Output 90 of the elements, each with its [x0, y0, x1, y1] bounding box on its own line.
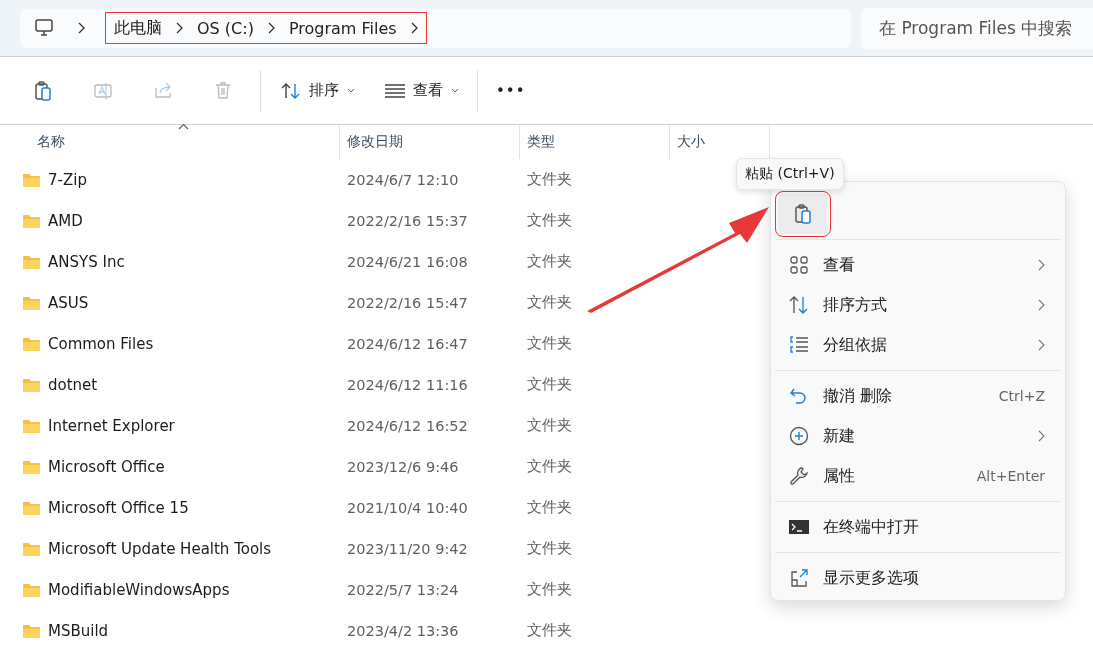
- table-cell-text: 文件夹: [526, 416, 573, 435]
- file-name[interactable]: Microsoft Office 15: [48, 498, 189, 517]
- sort-button[interactable]: 排序: [269, 75, 367, 106]
- table-cell-text: 2024/6/7 12:10: [346, 171, 460, 188]
- menu-item[interactable]: 排序方式: [771, 285, 1065, 325]
- menu-item[interactable]: 撤消 删除 Ctrl+Z: [771, 376, 1065, 416]
- group-list-icon: [789, 335, 809, 355]
- computer-icon: [34, 18, 54, 38]
- more-button[interactable]: •••: [486, 75, 536, 106]
- folder-icon: [22, 499, 41, 516]
- caret-icon: [347, 88, 355, 93]
- table-cell-text: 2024/6/21 16:08: [346, 253, 469, 270]
- table-cell-text: 文件夹: [526, 457, 573, 476]
- table-cell-text: 文件夹: [526, 334, 573, 353]
- terminal-icon: [789, 517, 809, 537]
- menu-item[interactable]: 新建: [771, 416, 1065, 456]
- shortcut-text: Alt+Enter: [976, 468, 1045, 484]
- table-cell-text: 文件夹: [526, 539, 573, 558]
- file-name[interactable]: ASUS: [48, 293, 89, 312]
- file-name[interactable]: ModifiableWindowsApps: [48, 580, 230, 599]
- table-cell-text: 2022/2/16 15:47: [346, 294, 469, 311]
- file-name[interactable]: MSBuild: [48, 621, 109, 640]
- expand-icon: [789, 568, 809, 588]
- folder-icon: [22, 335, 41, 352]
- caret-icon: [451, 88, 459, 93]
- chevron-icon: [267, 22, 275, 34]
- chevron-icon: [410, 22, 418, 34]
- shortcut-text: Ctrl+Z: [998, 388, 1045, 404]
- paste-button[interactable]: [778, 194, 828, 234]
- folder-icon: [22, 622, 41, 639]
- table-cell-text: 2023/12/6 9:46: [346, 458, 460, 475]
- folder-icon: [22, 417, 41, 434]
- file-name[interactable]: AMD: [48, 211, 83, 230]
- breadcrumb[interactable]: Program Files: [288, 18, 397, 38]
- sort-icon: [789, 295, 809, 315]
- folder-icon: [22, 294, 41, 311]
- folder-icon: [22, 253, 41, 270]
- sort-icon: [281, 81, 301, 100]
- table-cell-text: 2024/6/12 16:52: [346, 417, 469, 434]
- table-cell-text: 2021/10/4 10:40: [346, 499, 469, 516]
- table-cell-text: 文件夹: [526, 293, 573, 312]
- undo-icon: [789, 386, 809, 406]
- folder-icon: [22, 171, 41, 188]
- table-cell-text: 文件夹: [526, 211, 573, 230]
- wrench-icon: [789, 466, 809, 486]
- table-cell-text: 文件夹: [526, 375, 573, 394]
- folder-icon: [22, 458, 41, 475]
- file-name[interactable]: Microsoft Office: [48, 457, 165, 476]
- table-cell-text: 文件夹: [526, 580, 573, 599]
- table-cell-text: 2024/6/12 11:16: [346, 376, 469, 393]
- file-name[interactable]: Internet Explorer: [48, 416, 175, 435]
- table-cell-text: 文件夹: [526, 498, 573, 517]
- table-cell-text: 文件夹: [526, 621, 573, 640]
- menu-item[interactable]: 显示更多选项: [771, 558, 1065, 598]
- view-button[interactable]: 查看: [373, 75, 471, 106]
- menu-item[interactable]: 在终端中打开: [771, 507, 1065, 547]
- menu-item[interactable]: 分组依据: [771, 325, 1065, 365]
- folder-icon: [22, 581, 41, 598]
- menu-item[interactable]: 属性 Alt+Enter: [771, 456, 1065, 496]
- address-bar[interactable]: 此电脑 OS (C:) Program Files: [20, 8, 851, 48]
- list-icon: [385, 83, 405, 98]
- folder-icon: [22, 540, 41, 557]
- table-cell-text: 2022/5/7 13:24: [346, 581, 460, 598]
- folder-icon: [22, 212, 41, 229]
- plus-circle-icon: [789, 426, 809, 446]
- file-name[interactable]: 7-Zip: [48, 170, 87, 189]
- chevron-icon: [78, 22, 85, 34]
- file-name[interactable]: Microsoft Update Health Tools: [48, 539, 272, 558]
- table-cell-text: 2023/11/20 9:42: [346, 540, 469, 557]
- table-cell-text: 文件夹: [526, 170, 573, 189]
- breadcrumb[interactable]: 此电脑: [114, 17, 162, 39]
- file-name[interactable]: dotnet: [48, 375, 98, 394]
- folder-icon: [22, 376, 41, 393]
- search-field[interactable]: 在 Program Files 中搜索: [861, 7, 1093, 49]
- menu-item[interactable]: 查看: [771, 245, 1065, 285]
- breadcrumb[interactable]: OS (C:): [197, 18, 254, 38]
- table-cell-text: 2023/4/2 13:36: [346, 622, 460, 639]
- chevron-icon: [176, 22, 183, 34]
- file-name[interactable]: Common Files: [48, 334, 154, 353]
- column-header[interactable]: 类型: [520, 125, 670, 159]
- grid-icon: [789, 255, 809, 275]
- column-header[interactable]: 名称: [0, 125, 340, 159]
- table-cell-text: 文件夹: [526, 252, 573, 271]
- tooltip: 粘贴 (Ctrl+V): [736, 158, 844, 190]
- column-header[interactable]: 修改日期: [340, 125, 520, 159]
- paste-icon: [793, 203, 813, 225]
- table-cell-text: 2022/2/16 15:37: [346, 212, 469, 229]
- file-name[interactable]: ANSYS Inc: [48, 252, 125, 271]
- table-cell-text: 2024/6/12 16:47: [346, 335, 469, 352]
- paste-icon: [32, 79, 53, 102]
